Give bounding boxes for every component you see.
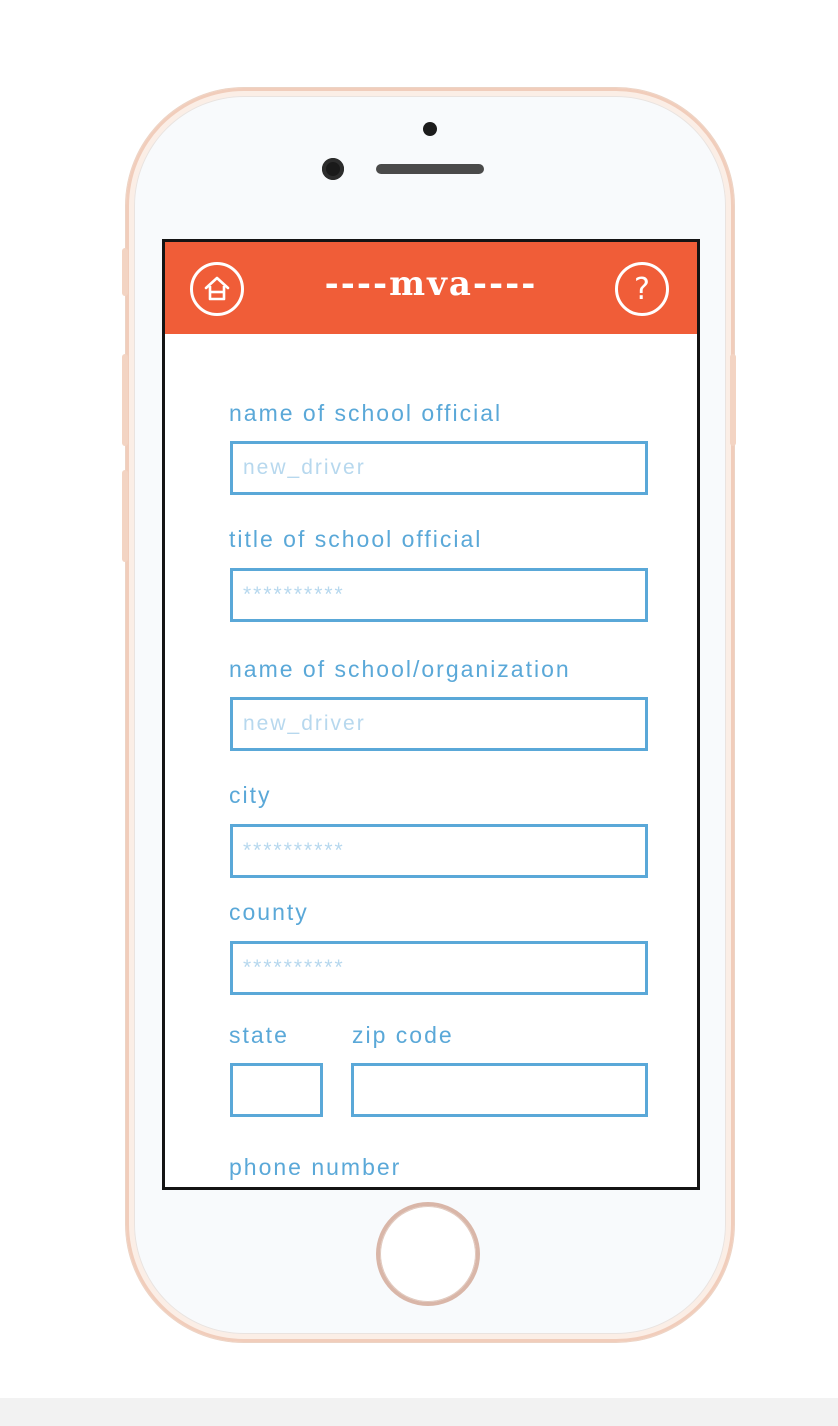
volume-up-button bbox=[122, 354, 128, 446]
school-name-placeholder: new_driver bbox=[243, 712, 366, 735]
zip-code-label: zip code bbox=[352, 1022, 454, 1048]
county-label: county bbox=[229, 899, 309, 925]
county-input[interactable]: ********** bbox=[230, 941, 648, 995]
help-icon: ? bbox=[634, 271, 650, 307]
school-name-input[interactable]: new_driver bbox=[230, 697, 648, 751]
mute-switch bbox=[122, 248, 128, 296]
city-label: city bbox=[229, 782, 272, 808]
phone-home-button[interactable] bbox=[380, 1206, 476, 1302]
school-official-title-label: title of school official bbox=[229, 526, 483, 552]
volume-down-button bbox=[122, 470, 128, 562]
city-input[interactable]: ********** bbox=[230, 824, 648, 878]
county-placeholder: ********** bbox=[243, 956, 345, 979]
proximity-sensor bbox=[423, 122, 437, 136]
state-input[interactable] bbox=[230, 1063, 323, 1117]
school-official-name-placeholder: new_driver bbox=[243, 456, 366, 479]
phone-number-label: phone number bbox=[229, 1154, 402, 1180]
school-official-title-input[interactable]: ********** bbox=[230, 568, 648, 622]
app-screen: ----mva---- ? name of school official ne… bbox=[162, 239, 700, 1190]
app-header: ----mva---- ? bbox=[165, 242, 697, 334]
state-label: state bbox=[229, 1022, 289, 1048]
earpiece-speaker bbox=[376, 164, 484, 174]
page-bottom-strip bbox=[0, 1398, 838, 1426]
school-name-label: name of school/organization bbox=[229, 656, 571, 682]
front-camera bbox=[322, 158, 344, 180]
school-official-name-label: name of school official bbox=[229, 400, 503, 426]
help-button[interactable]: ? bbox=[615, 262, 669, 316]
power-button bbox=[730, 354, 736, 446]
school-official-name-input[interactable]: new_driver bbox=[230, 441, 648, 495]
school-official-title-placeholder: ********** bbox=[243, 583, 345, 606]
city-placeholder: ********** bbox=[243, 839, 345, 862]
zip-code-input[interactable] bbox=[351, 1063, 648, 1117]
